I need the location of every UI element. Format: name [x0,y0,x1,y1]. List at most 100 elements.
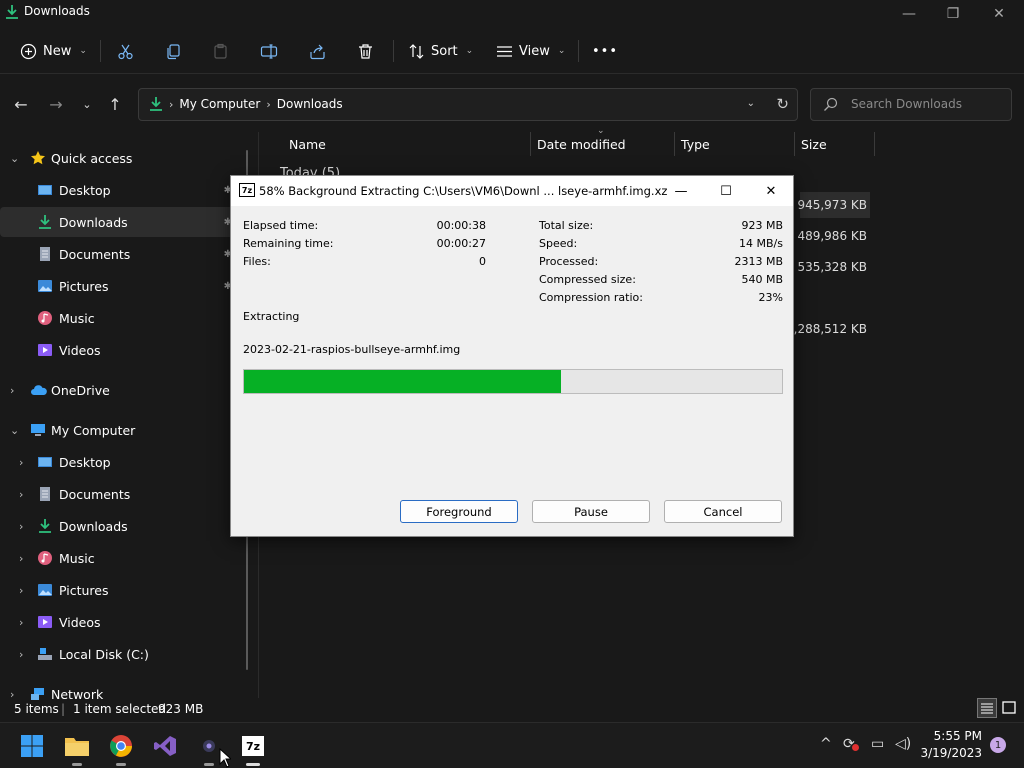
address-dropdown-icon[interactable]: ⌄ [747,98,755,109]
delete-button[interactable] [357,38,374,64]
sidebar-item-music[interactable]: Music [0,303,236,333]
app-icon [203,740,215,752]
files-label: Files: [243,255,271,268]
new-button[interactable]: New ⌄ [20,38,87,64]
chevron-down-icon[interactable]: ⌄ [10,424,19,437]
cut-button[interactable] [117,38,134,64]
sidebar-item-documents[interactable]: › Documents [0,479,236,509]
sidebar-item-videos[interactable]: › Videos [0,607,236,637]
sidebar-item-desktop[interactable]: Desktop ✱ [0,175,236,205]
paste-button[interactable] [212,38,229,64]
sidebar-item-label: Pictures [59,278,109,294]
details-view-button[interactable] [977,698,997,718]
speed-label: Speed: [539,237,578,250]
refresh-icon[interactable]: ↻ [776,95,789,113]
progress-bar [243,369,783,394]
item-count: 5 items [14,702,59,716]
minimize-button[interactable]: — [886,2,932,26]
processed-label: Processed: [539,255,599,268]
back-button[interactable]: ← [10,94,32,114]
dialog-maximize-button[interactable]: ☐ [706,179,746,203]
compressed-size-label: Compressed size: [539,273,636,286]
foreground-button[interactable]: Foreground [400,500,518,523]
remaining-time-value: 00:00:27 [436,237,486,250]
copy-button[interactable] [165,38,182,64]
sync-icon[interactable]: ⟳ [843,736,859,752]
dialog-minimize-button[interactable]: — [661,179,701,203]
folder-icon [65,738,89,756]
chevron-right-icon[interactable]: › [19,456,23,469]
sidebar-item-desktop[interactable]: › Desktop [0,447,236,477]
column-header-size[interactable]: Size [801,137,827,152]
cloud-icon [30,382,47,398]
breadcrumb-downloads[interactable]: Downloads [277,97,343,111]
compression-ratio-label: Compression ratio: [539,291,643,304]
chevron-right-icon[interactable]: › [19,552,23,565]
taskbar-7zip[interactable]: 7z [237,730,269,766]
seven-zip-icon: 7z [239,183,255,197]
notification-badge[interactable]: 1 [990,737,1006,753]
sidebar-item-videos[interactable]: Videos [0,335,236,365]
chevron-right-icon[interactable]: › [19,648,23,661]
speed-value: 14 MB/s [739,237,783,250]
processed-value: 2313 MB [734,255,783,268]
column-header-date[interactable]: Date modified [537,137,626,152]
share-button[interactable] [309,38,326,64]
sidebar-item-my-computer[interactable]: ⌄ My Computer [0,415,236,445]
desktop-icon [37,454,53,470]
sidebar-item-pictures[interactable]: › Pictures [0,575,236,605]
sidebar-item-quick-access[interactable]: ⌄ Quick access [0,143,236,173]
chevron-right-icon[interactable]: › [19,520,23,533]
clock-time: 5:55 PM [933,729,982,743]
rename-button[interactable] [260,38,278,64]
clock[interactable]: 5:55 PM 3/19/2023 [920,728,982,762]
view-button[interactable]: View ⌄ [496,38,565,64]
sort-button[interactable]: Sort ⌄ [408,38,473,64]
breadcrumb-my-computer[interactable]: My Computer [179,97,260,111]
taskbar-chrome[interactable] [105,730,137,766]
chevron-right-icon[interactable]: › [10,384,14,397]
sidebar-item-downloads[interactable]: › Downloads [0,511,236,541]
pause-button[interactable]: Pause [532,500,650,523]
close-button[interactable]: ✕ [976,2,1022,26]
sort-label: Sort [431,43,458,59]
network-icon[interactable]: ▭ [871,736,884,752]
sidebar-item-local-disk-c[interactable]: › Local Disk (C:) [0,639,236,669]
column-header-name[interactable]: Name [289,137,326,152]
pictures-icon [37,278,53,294]
sidebar-item-pictures[interactable]: Pictures ✱ [0,271,236,301]
show-hidden-icons-button[interactable]: ^ [820,736,832,752]
taskbar-visual-studio[interactable] [149,730,181,762]
chevron-down-icon[interactable]: ⌄ [10,152,19,165]
extract-progress-dialog: 7z 58% Background Extracting C:\Users\VM… [230,175,794,537]
scissors-icon [118,44,133,59]
more-options-button[interactable]: ••• [592,38,618,64]
volume-icon[interactable]: ◁) [895,736,911,752]
sort-indicator-icon: ⌄ [597,126,605,136]
address-bar[interactable]: › My Computer › Downloads ⌄ ↻ [138,88,798,121]
maximize-button[interactable]: ❐ [930,2,976,26]
up-button[interactable]: ↑ [104,94,126,114]
chevron-right-icon[interactable]: › [19,488,23,501]
sidebar-item-documents[interactable]: Documents ✱ [0,239,236,269]
sidebar-item-network[interactable]: › Network [0,679,236,700]
sidebar-item-label: Music [59,550,95,566]
search-box[interactable]: Search Downloads [810,88,1012,121]
cancel-button[interactable]: Cancel [664,500,782,523]
dialog-close-button[interactable]: ✕ [751,179,791,203]
tiles-view-button[interactable] [999,698,1019,718]
search-placeholder: Search Downloads [851,97,962,111]
taskbar-file-explorer[interactable] [61,730,93,766]
recent-locations-button[interactable]: ⌄ [76,94,98,114]
music-icon [37,310,53,326]
start-button[interactable] [16,730,48,762]
chevron-right-icon[interactable]: › [19,584,23,597]
rename-icon [260,43,278,59]
chevron-right-icon[interactable]: › [19,616,23,629]
sidebar-item-music[interactable]: › Music [0,543,236,573]
forward-button[interactable]: → [45,94,67,114]
clock-date: 3/19/2023 [920,746,982,760]
column-header-type[interactable]: Type [681,137,710,152]
sidebar-item-onedrive[interactable]: › OneDrive [0,375,236,405]
sidebar-item-downloads[interactable]: Downloads ✱ [0,207,236,237]
